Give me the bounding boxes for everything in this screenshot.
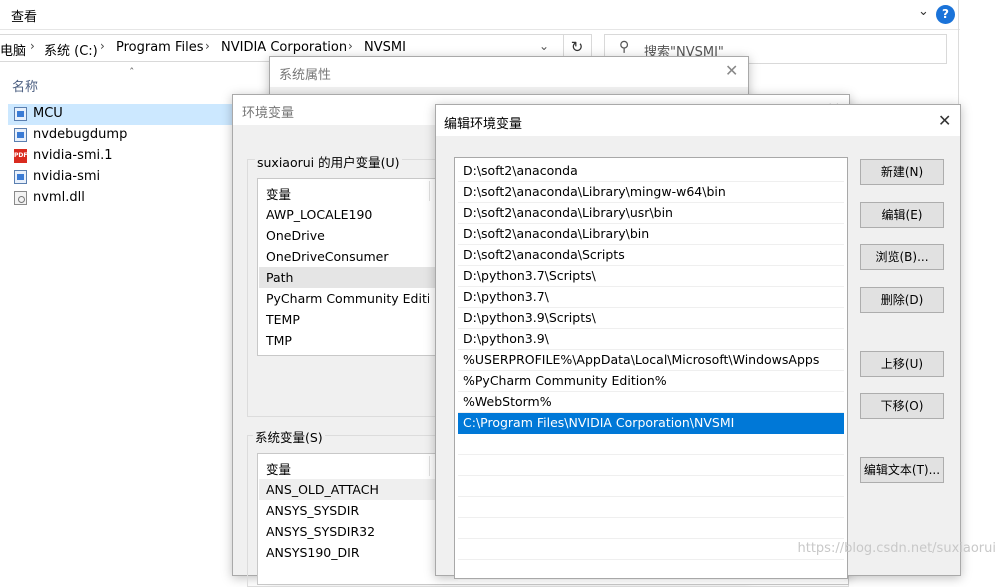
breadcrumb-item[interactable]: 系统 (C:) bbox=[44, 40, 98, 59]
system-variables-label: 系统变量(S) bbox=[253, 427, 325, 446]
move-up-button[interactable]: 上移(U) bbox=[860, 351, 944, 377]
list-item[interactable]: nvdebugdump bbox=[8, 125, 248, 146]
list-item[interactable]: D:\python3.9\Scripts\ bbox=[458, 308, 844, 329]
edit-button[interactable]: 编辑(E) bbox=[860, 202, 944, 228]
chevron-right-icon[interactable]: › bbox=[348, 39, 353, 53]
column-divider[interactable] bbox=[429, 456, 430, 476]
dll-icon bbox=[14, 191, 27, 205]
exe-icon bbox=[14, 170, 27, 184]
ribbon: 查看 ⌄ ? bbox=[0, 0, 960, 30]
pdf-icon: PDF bbox=[14, 149, 27, 163]
list-item[interactable]: %PyCharm Community Edition% bbox=[458, 371, 844, 392]
list-item-selected[interactable]: C:\Program Files\NVIDIA Corporation\NVSM… bbox=[458, 413, 844, 434]
empty-row[interactable] bbox=[458, 518, 844, 539]
breadcrumb-item[interactable]: NVSMI bbox=[364, 40, 406, 55]
table-row[interactable]: PyCharm Community Editi... bbox=[259, 288, 429, 309]
dialog-title: 系统属性 bbox=[279, 68, 332, 83]
path-list[interactable]: D:\soft2\anaconda D:\soft2\anaconda\Libr… bbox=[454, 157, 848, 581]
exe-icon bbox=[14, 107, 27, 121]
watermark: https://blog.csdn.net/suxiaorui bbox=[797, 541, 997, 556]
file-name: nvidia-smi.1 bbox=[33, 148, 113, 163]
file-name: nvidia-smi bbox=[33, 169, 101, 184]
list-item[interactable]: MCU bbox=[8, 104, 248, 125]
chevron-right-icon[interactable]: › bbox=[100, 39, 105, 53]
exe-icon bbox=[14, 128, 27, 142]
dialog-title: 编辑环境变量 bbox=[444, 117, 523, 132]
close-icon[interactable]: ✕ bbox=[725, 61, 738, 80]
chevron-right-icon[interactable]: › bbox=[205, 39, 210, 53]
empty-row[interactable] bbox=[458, 497, 844, 518]
list-item[interactable]: D:\soft2\anaconda\Scripts bbox=[458, 245, 844, 266]
file-name: nvml.dll bbox=[33, 190, 85, 205]
help-icon[interactable]: ? bbox=[936, 5, 955, 24]
list-item[interactable]: nvml.dll bbox=[8, 188, 248, 209]
list-item[interactable]: %WebStorm% bbox=[458, 392, 844, 413]
breadcrumb-item[interactable]: NVIDIA Corporation bbox=[221, 40, 347, 55]
close-icon[interactable]: ✕ bbox=[938, 111, 951, 130]
empty-row[interactable] bbox=[458, 560, 844, 581]
list-item[interactable]: D:\python3.9\ bbox=[458, 329, 844, 350]
sort-up-icon: ˆ bbox=[129, 66, 135, 79]
list-item[interactable]: PDF nvidia-smi.1 bbox=[8, 146, 248, 167]
search-icon: ⚲ bbox=[619, 39, 630, 55]
title-bar: 编辑环境变量 ✕ bbox=[436, 105, 960, 136]
list-item[interactable]: D:\soft2\anaconda\Library\bin bbox=[458, 224, 844, 245]
column-header-name[interactable]: 名称 bbox=[12, 76, 38, 95]
title-bar: 系统属性 ✕ bbox=[270, 57, 748, 87]
new-button[interactable]: 新建(N) bbox=[860, 159, 944, 185]
list-item[interactable]: D:\soft2\anaconda\Library\usr\bin bbox=[458, 203, 844, 224]
user-variables-label: suxiaorui 的用户变量(U) bbox=[255, 152, 402, 171]
edit-environment-variable-dialog: 编辑环境变量 ✕ D:\soft2\anaconda D:\soft2\anac… bbox=[435, 104, 961, 581]
empty-row[interactable] bbox=[458, 539, 844, 560]
empty-row[interactable] bbox=[458, 476, 844, 497]
dialog-title: 环境变量 bbox=[242, 106, 295, 121]
column-header-variable[interactable]: 变量 bbox=[266, 184, 291, 203]
chevron-right-icon[interactable]: › bbox=[30, 39, 35, 53]
column-divider[interactable] bbox=[429, 181, 430, 201]
file-name: nvdebugdump bbox=[33, 127, 128, 142]
list-item[interactable]: nvidia-smi bbox=[8, 167, 248, 188]
move-down-button[interactable]: 下移(O) bbox=[860, 393, 944, 419]
breadcrumb-item[interactable]: Program Files bbox=[116, 40, 204, 55]
empty-row[interactable] bbox=[458, 455, 844, 476]
column-header-variable[interactable]: 变量 bbox=[266, 459, 291, 478]
list-item[interactable]: D:\soft2\anaconda\Library\mingw-w64\bin bbox=[458, 182, 844, 203]
edit-text-button[interactable]: 编辑文本(T)... bbox=[860, 457, 944, 483]
breadcrumb-item[interactable]: 电脑 bbox=[0, 40, 26, 59]
list-item[interactable]: D:\python3.7\Scripts\ bbox=[458, 266, 844, 287]
empty-row[interactable] bbox=[458, 434, 844, 455]
file-name: MCU bbox=[33, 106, 63, 121]
browse-button[interactable]: 浏览(B)... bbox=[860, 244, 944, 270]
chevron-down-icon[interactable]: ⌄ bbox=[539, 39, 549, 53]
ribbon-expand-icon[interactable]: ⌄ bbox=[918, 4, 929, 19]
list-item[interactable]: D:\soft2\anaconda bbox=[458, 161, 844, 182]
ribbon-tab-view[interactable]: 查看 bbox=[11, 6, 37, 25]
delete-button[interactable]: 删除(D) bbox=[860, 287, 944, 313]
list-item[interactable]: D:\python3.7\ bbox=[458, 287, 844, 308]
list-item[interactable]: %USERPROFILE%\AppData\Local\Microsoft\Wi… bbox=[458, 350, 844, 371]
